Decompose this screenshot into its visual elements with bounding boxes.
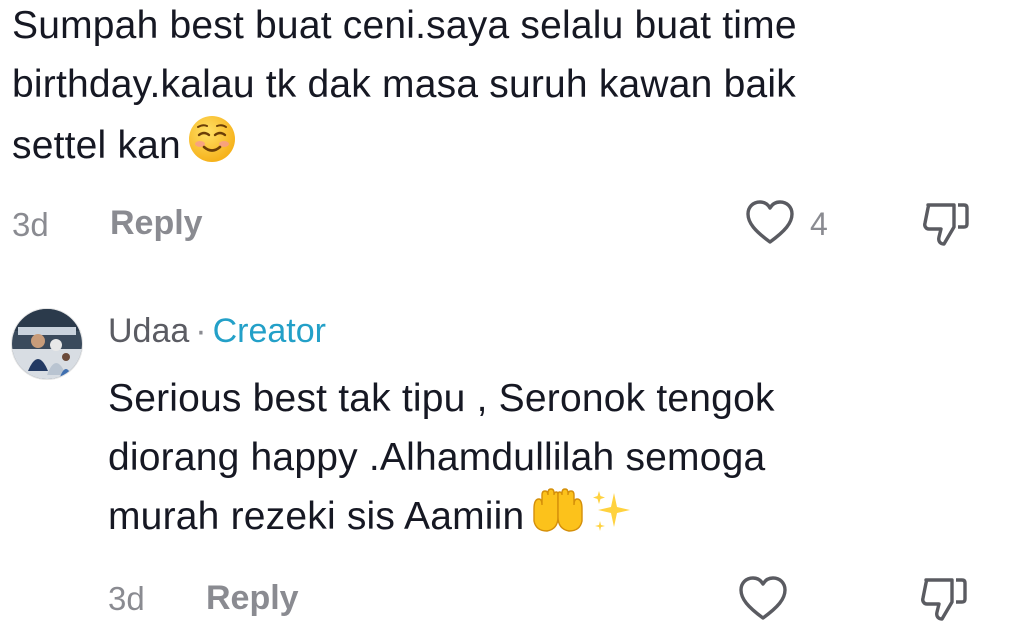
heart-icon [746,200,794,244]
reply-button[interactable]: Reply [206,579,299,618]
comment-line: murah rezeki sis Aamiin [108,487,988,552]
like-count: 4 [810,206,828,242]
sparkles-emoji [588,487,634,552]
avatar[interactable] [11,308,83,380]
comment-time: 3d [12,206,49,243]
author-name[interactable]: Udaa [108,312,189,350]
dislike-button[interactable] [920,199,972,254]
heart-icon [739,576,787,620]
creator-badge: Creator [212,312,326,350]
comment-line: Serious best tak tipu , Seronok tengok [108,377,775,420]
comment-author: Udaa · Creator [108,312,326,351]
reply-button[interactable]: Reply [110,204,203,243]
reply-comment-text: Serious best tak tipu , Seronok tengok d… [108,369,988,552]
thumbs-down-icon [921,578,967,621]
thumbs-down-icon [923,203,969,246]
palms-up-together-emoji [530,487,586,552]
comment-line: birthday.kalau tk dak masa suruh kawan b… [12,63,796,106]
comment-line: diorang happy .Alhamdullilah semoga [108,436,766,479]
like-button[interactable] [738,575,788,628]
separator-dot: · [195,312,207,350]
smiling-face-emoji [187,114,237,181]
like-button[interactable] [745,199,795,252]
comment-line-text: murah rezeki sis Aamiin [108,495,525,538]
comment-line: settel kan [12,114,1002,181]
comment-line: Sumpah best buat ceni.saya selalu buat t… [12,4,797,47]
main-comment-text: Sumpah best buat ceni.saya selalu buat t… [12,0,1002,181]
comment-line-text: settel kan [12,124,181,167]
dislike-button[interactable] [918,574,970,629]
reply-time: 3d [108,580,145,617]
